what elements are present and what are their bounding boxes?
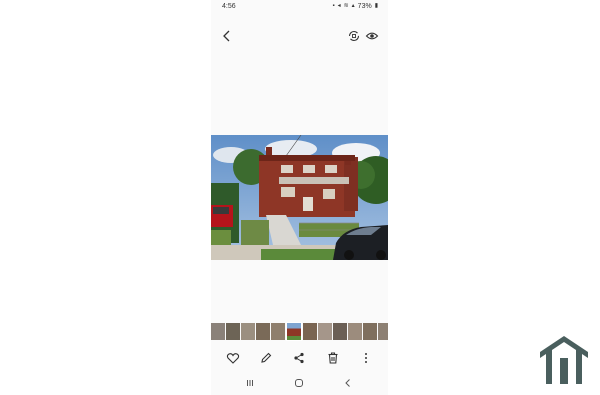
thumbnail[interactable] bbox=[226, 323, 240, 340]
back-button[interactable] bbox=[220, 29, 234, 43]
house-photo[interactable] bbox=[211, 135, 388, 260]
favorite-button[interactable] bbox=[226, 351, 240, 365]
recent-apps-icon bbox=[247, 380, 253, 386]
thumbnail[interactable] bbox=[378, 323, 388, 340]
action-bar bbox=[211, 350, 388, 366]
status-icons: ▪ ◂ ≋ ▴ 73% ▮ bbox=[332, 3, 378, 10]
thumbnail[interactable] bbox=[333, 323, 347, 340]
thumbnail[interactable] bbox=[211, 323, 225, 340]
view-button[interactable] bbox=[365, 29, 379, 43]
thumbnail[interactable] bbox=[348, 323, 362, 340]
house-logo bbox=[540, 336, 588, 384]
thumbnail[interactable] bbox=[271, 323, 285, 340]
thumbnail-strip[interactable] bbox=[211, 322, 388, 341]
pencil-icon bbox=[261, 352, 272, 363]
thumbnail[interactable] bbox=[303, 323, 317, 340]
wifi-icon: ≋ bbox=[343, 3, 349, 9]
signal-icon: ▴ bbox=[351, 3, 355, 9]
share-icon bbox=[294, 352, 304, 364]
rotate-button[interactable] bbox=[347, 29, 361, 43]
heart-icon bbox=[226, 353, 240, 364]
home-button[interactable] bbox=[293, 377, 305, 389]
mute-icon: ◂ bbox=[337, 3, 341, 9]
thumbnail[interactable] bbox=[241, 323, 255, 340]
recents-button[interactable] bbox=[244, 377, 256, 389]
lock-icon: ▪ bbox=[332, 3, 335, 9]
system-nav-bar bbox=[211, 376, 388, 390]
viewer-top-bar bbox=[211, 26, 388, 46]
thumbnail-selected[interactable] bbox=[286, 322, 302, 341]
trash-icon bbox=[328, 352, 338, 364]
more-vertical-icon bbox=[365, 353, 367, 363]
chevron-left-icon bbox=[223, 30, 230, 42]
edit-button[interactable] bbox=[259, 351, 273, 365]
nav-back-icon bbox=[345, 379, 350, 387]
rotate-icon bbox=[348, 30, 360, 42]
phone-screen: 4:56 ▪ ◂ ≋ ▴ 73% ▮ bbox=[211, 0, 388, 395]
home-circle-icon bbox=[295, 379, 303, 387]
status-bar: 4:56 ▪ ◂ ≋ ▴ 73% ▮ bbox=[211, 0, 388, 14]
thumbnail[interactable] bbox=[256, 323, 270, 340]
delete-button[interactable] bbox=[326, 351, 340, 365]
share-button[interactable] bbox=[292, 351, 306, 365]
more-options-button[interactable] bbox=[359, 351, 373, 365]
status-time: 4:56 bbox=[222, 3, 236, 10]
battery-percent: 73% bbox=[357, 3, 372, 10]
thumbnail[interactable] bbox=[363, 323, 377, 340]
thumbnail[interactable] bbox=[318, 323, 332, 340]
battery-icon: ▮ bbox=[374, 3, 378, 9]
nav-back-button[interactable] bbox=[342, 377, 354, 389]
